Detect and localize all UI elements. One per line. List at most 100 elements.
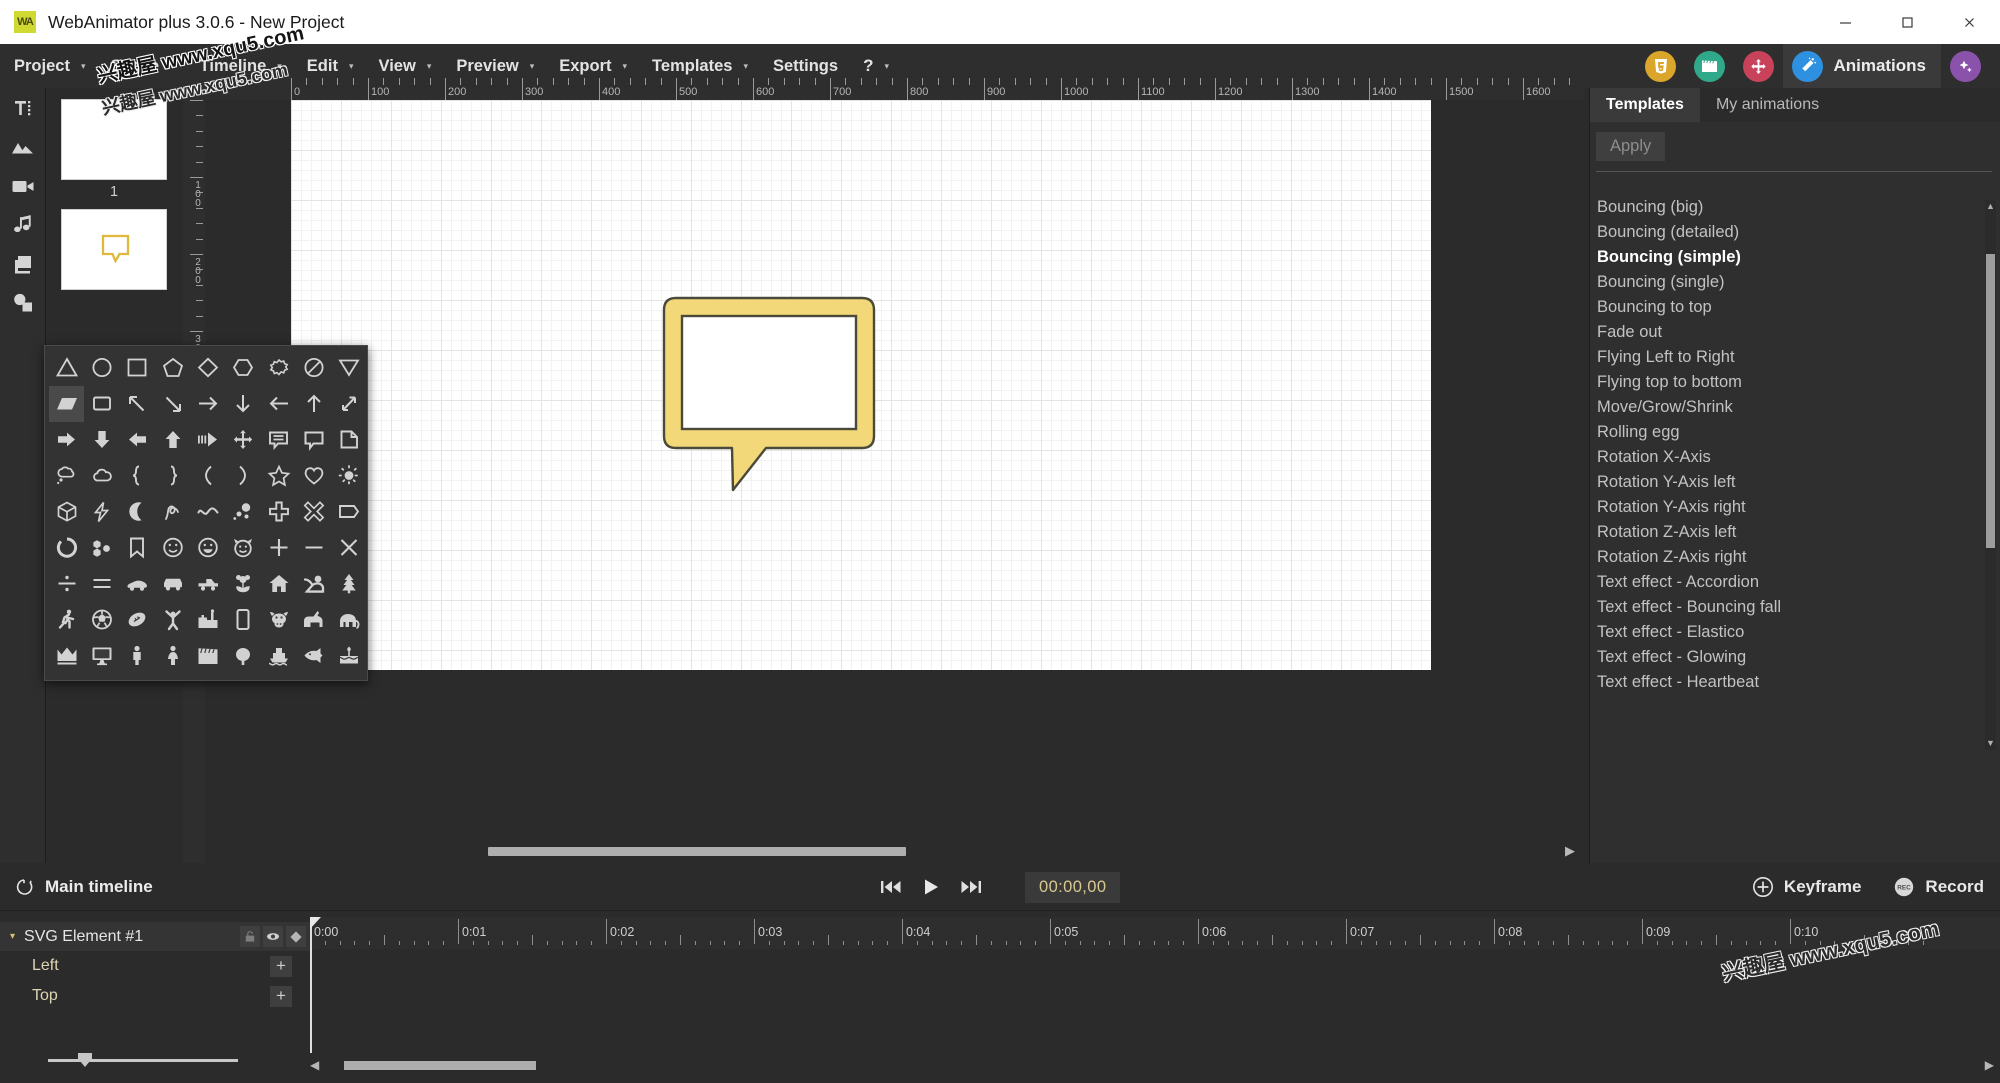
shapes-tool-button[interactable] [0, 283, 45, 322]
shape-arrow-expand-button[interactable] [332, 386, 367, 422]
playhead[interactable] [310, 917, 312, 1053]
shape-horse-button[interactable] [296, 602, 331, 638]
shape-person-wave-button[interactable] [296, 566, 331, 602]
layers-tool-button[interactable] [0, 244, 45, 283]
scene-canvas[interactable] [291, 100, 1431, 670]
shape-arrow-down-thin-button[interactable] [226, 386, 261, 422]
animation-item-8[interactable]: Move/Grow/Shrink [1590, 395, 2000, 420]
video-tool-button[interactable] [0, 166, 45, 205]
shape-grin-button[interactable] [190, 530, 225, 566]
shape-arrow-left-solid-button[interactable] [120, 422, 155, 458]
timeline-ruler[interactable]: 0:000:010:020:030:040:050:060:070:080:09… [310, 917, 2000, 949]
property-row-top[interactable]: Top + [0, 981, 310, 1011]
shape-arrow-up-thin-button[interactable] [296, 386, 331, 422]
menu-scene[interactable]: Scene ▾ [96, 44, 185, 88]
timeline-hscrollbar[interactable]: ◀ ▶ [310, 1057, 2000, 1073]
shape-tree-button[interactable] [332, 566, 367, 602]
shape-soccer-ball-button[interactable] [84, 602, 119, 638]
animation-list-scrollbar[interactable]: ▲ ▼ [1985, 200, 1996, 750]
animation-item-14[interactable]: Rotation Z-Axis right [1590, 545, 2000, 570]
shape-sun-button[interactable] [332, 458, 367, 494]
animation-item-19[interactable]: Text effect - Heartbeat [1590, 670, 2000, 695]
animation-item-1[interactable]: Bouncing (detailed) [1590, 220, 2000, 245]
shape-arrow-left-thin-button[interactable] [261, 386, 296, 422]
animation-item-12[interactable]: Rotation Y-Axis right [1590, 495, 2000, 520]
shape-crown-button[interactable] [49, 638, 84, 674]
animation-item-9[interactable]: Rolling egg [1590, 420, 2000, 445]
shape-scribble-button[interactable] [155, 494, 190, 530]
shape-rounded-rect-button[interactable] [84, 386, 119, 422]
speech-bubble-shape[interactable] [291, 100, 1431, 670]
shape-ship-button[interactable] [261, 638, 296, 674]
shape-flower-button[interactable] [226, 566, 261, 602]
keyframe-diamond-icon[interactable] [286, 926, 306, 947]
scene-thumbnail-1[interactable]: 1 [46, 88, 182, 200]
effects-button[interactable] [1941, 44, 1990, 88]
timeline-scroll-track[interactable] [328, 1061, 1983, 1070]
timecode-display[interactable]: 00:00,00 [1025, 872, 1120, 903]
shape-castle-button[interactable] [190, 602, 225, 638]
shape-thought-cloud-button[interactable] [49, 458, 84, 494]
shape-move-cross-button[interactable] [226, 422, 261, 458]
shape-cheer-person-button[interactable] [155, 602, 190, 638]
timeline-tracks[interactable] [310, 949, 2000, 1053]
shape-star-button[interactable] [261, 458, 296, 494]
animation-item-10[interactable]: Rotation X-Axis [1590, 445, 2000, 470]
scene-thumbnail-2[interactable] [46, 200, 182, 290]
maximize-button[interactable] [1876, 0, 1938, 44]
shape-diamond-button[interactable] [190, 350, 225, 386]
animation-item-6[interactable]: Flying Left to Right [1590, 345, 2000, 370]
shape-triangle-down-button[interactable] [332, 350, 367, 386]
add-keyframe-top-button[interactable]: + [270, 986, 292, 1007]
shape-arrow-dashes-right-button[interactable] [190, 422, 225, 458]
canvas-hscroll-thumb[interactable] [488, 847, 906, 856]
shape-cube-button[interactable] [49, 494, 84, 530]
close-button[interactable] [1938, 0, 2000, 44]
scroll-up-arrow[interactable]: ▲ [1985, 200, 1996, 213]
add-keyframe-left-button[interactable]: + [270, 956, 292, 977]
shape-molecule-button[interactable] [84, 530, 119, 566]
shape-monitor-button[interactable] [84, 638, 119, 674]
shape-hexagon-button[interactable] [226, 350, 261, 386]
record-button[interactable]: REC Record [1893, 876, 1984, 898]
shape-brace-left-button[interactable] [120, 458, 155, 494]
shape-no-entry-button[interactable] [296, 350, 331, 386]
shape-arrow-up-solid-button[interactable] [155, 422, 190, 458]
shape-square-button[interactable] [120, 350, 155, 386]
skip-forward-button[interactable] [960, 878, 982, 896]
timeline-scroll-left-arrow[interactable]: ◀ [310, 1058, 319, 1072]
scroll-thumb[interactable] [1986, 254, 1995, 548]
shape-circle-button[interactable] [84, 350, 119, 386]
shape-cow-button[interactable] [261, 602, 296, 638]
expand-caret-icon[interactable]: ▾ [10, 931, 15, 942]
shape-arrow-right-thin-button[interactable] [190, 386, 225, 422]
shape-arrow-up-left-button[interactable] [120, 386, 155, 422]
shape-tree-round-button[interactable] [226, 638, 261, 674]
animations-button[interactable]: Animations [1783, 44, 1941, 88]
text-tool-button[interactable] [0, 88, 45, 127]
shape-plus-button[interactable] [261, 530, 296, 566]
shape-elephant-button[interactable] [332, 602, 367, 638]
skip-back-button[interactable] [880, 878, 902, 896]
shape-runner-button[interactable] [49, 602, 84, 638]
menu-project[interactable]: Project ▾ [0, 44, 96, 88]
shape-plus-cross-button[interactable] [261, 494, 296, 530]
shape-moon-button[interactable] [120, 494, 155, 530]
shape-arrow-down-solid-button[interactable] [84, 422, 119, 458]
shape-page-corner-button[interactable] [332, 422, 367, 458]
lock-icon[interactable] [240, 926, 260, 947]
shape-car-sport-button[interactable] [120, 566, 155, 602]
shape-smiley-button[interactable] [155, 530, 190, 566]
animation-item-16[interactable]: Text effect - Bouncing fall [1590, 595, 2000, 620]
animation-template-list[interactable]: Bouncing (big)Bouncing (detailed)Bouncin… [1590, 195, 2000, 753]
shape-arrow-down-right-button[interactable] [155, 386, 190, 422]
shape-close-x-button[interactable] [332, 530, 367, 566]
shape-man-button[interactable] [120, 638, 155, 674]
animation-item-4[interactable]: Bouncing to top [1590, 295, 2000, 320]
shape-devil-button[interactable] [226, 530, 261, 566]
html5-button[interactable] [1636, 44, 1685, 88]
timeline-scroll-thumb[interactable] [344, 1061, 536, 1070]
timeline-scroll-right-arrow[interactable]: ▶ [1985, 1058, 1994, 1072]
shape-brace-right-button[interactable] [155, 458, 190, 494]
shape-minus-button[interactable] [296, 530, 331, 566]
